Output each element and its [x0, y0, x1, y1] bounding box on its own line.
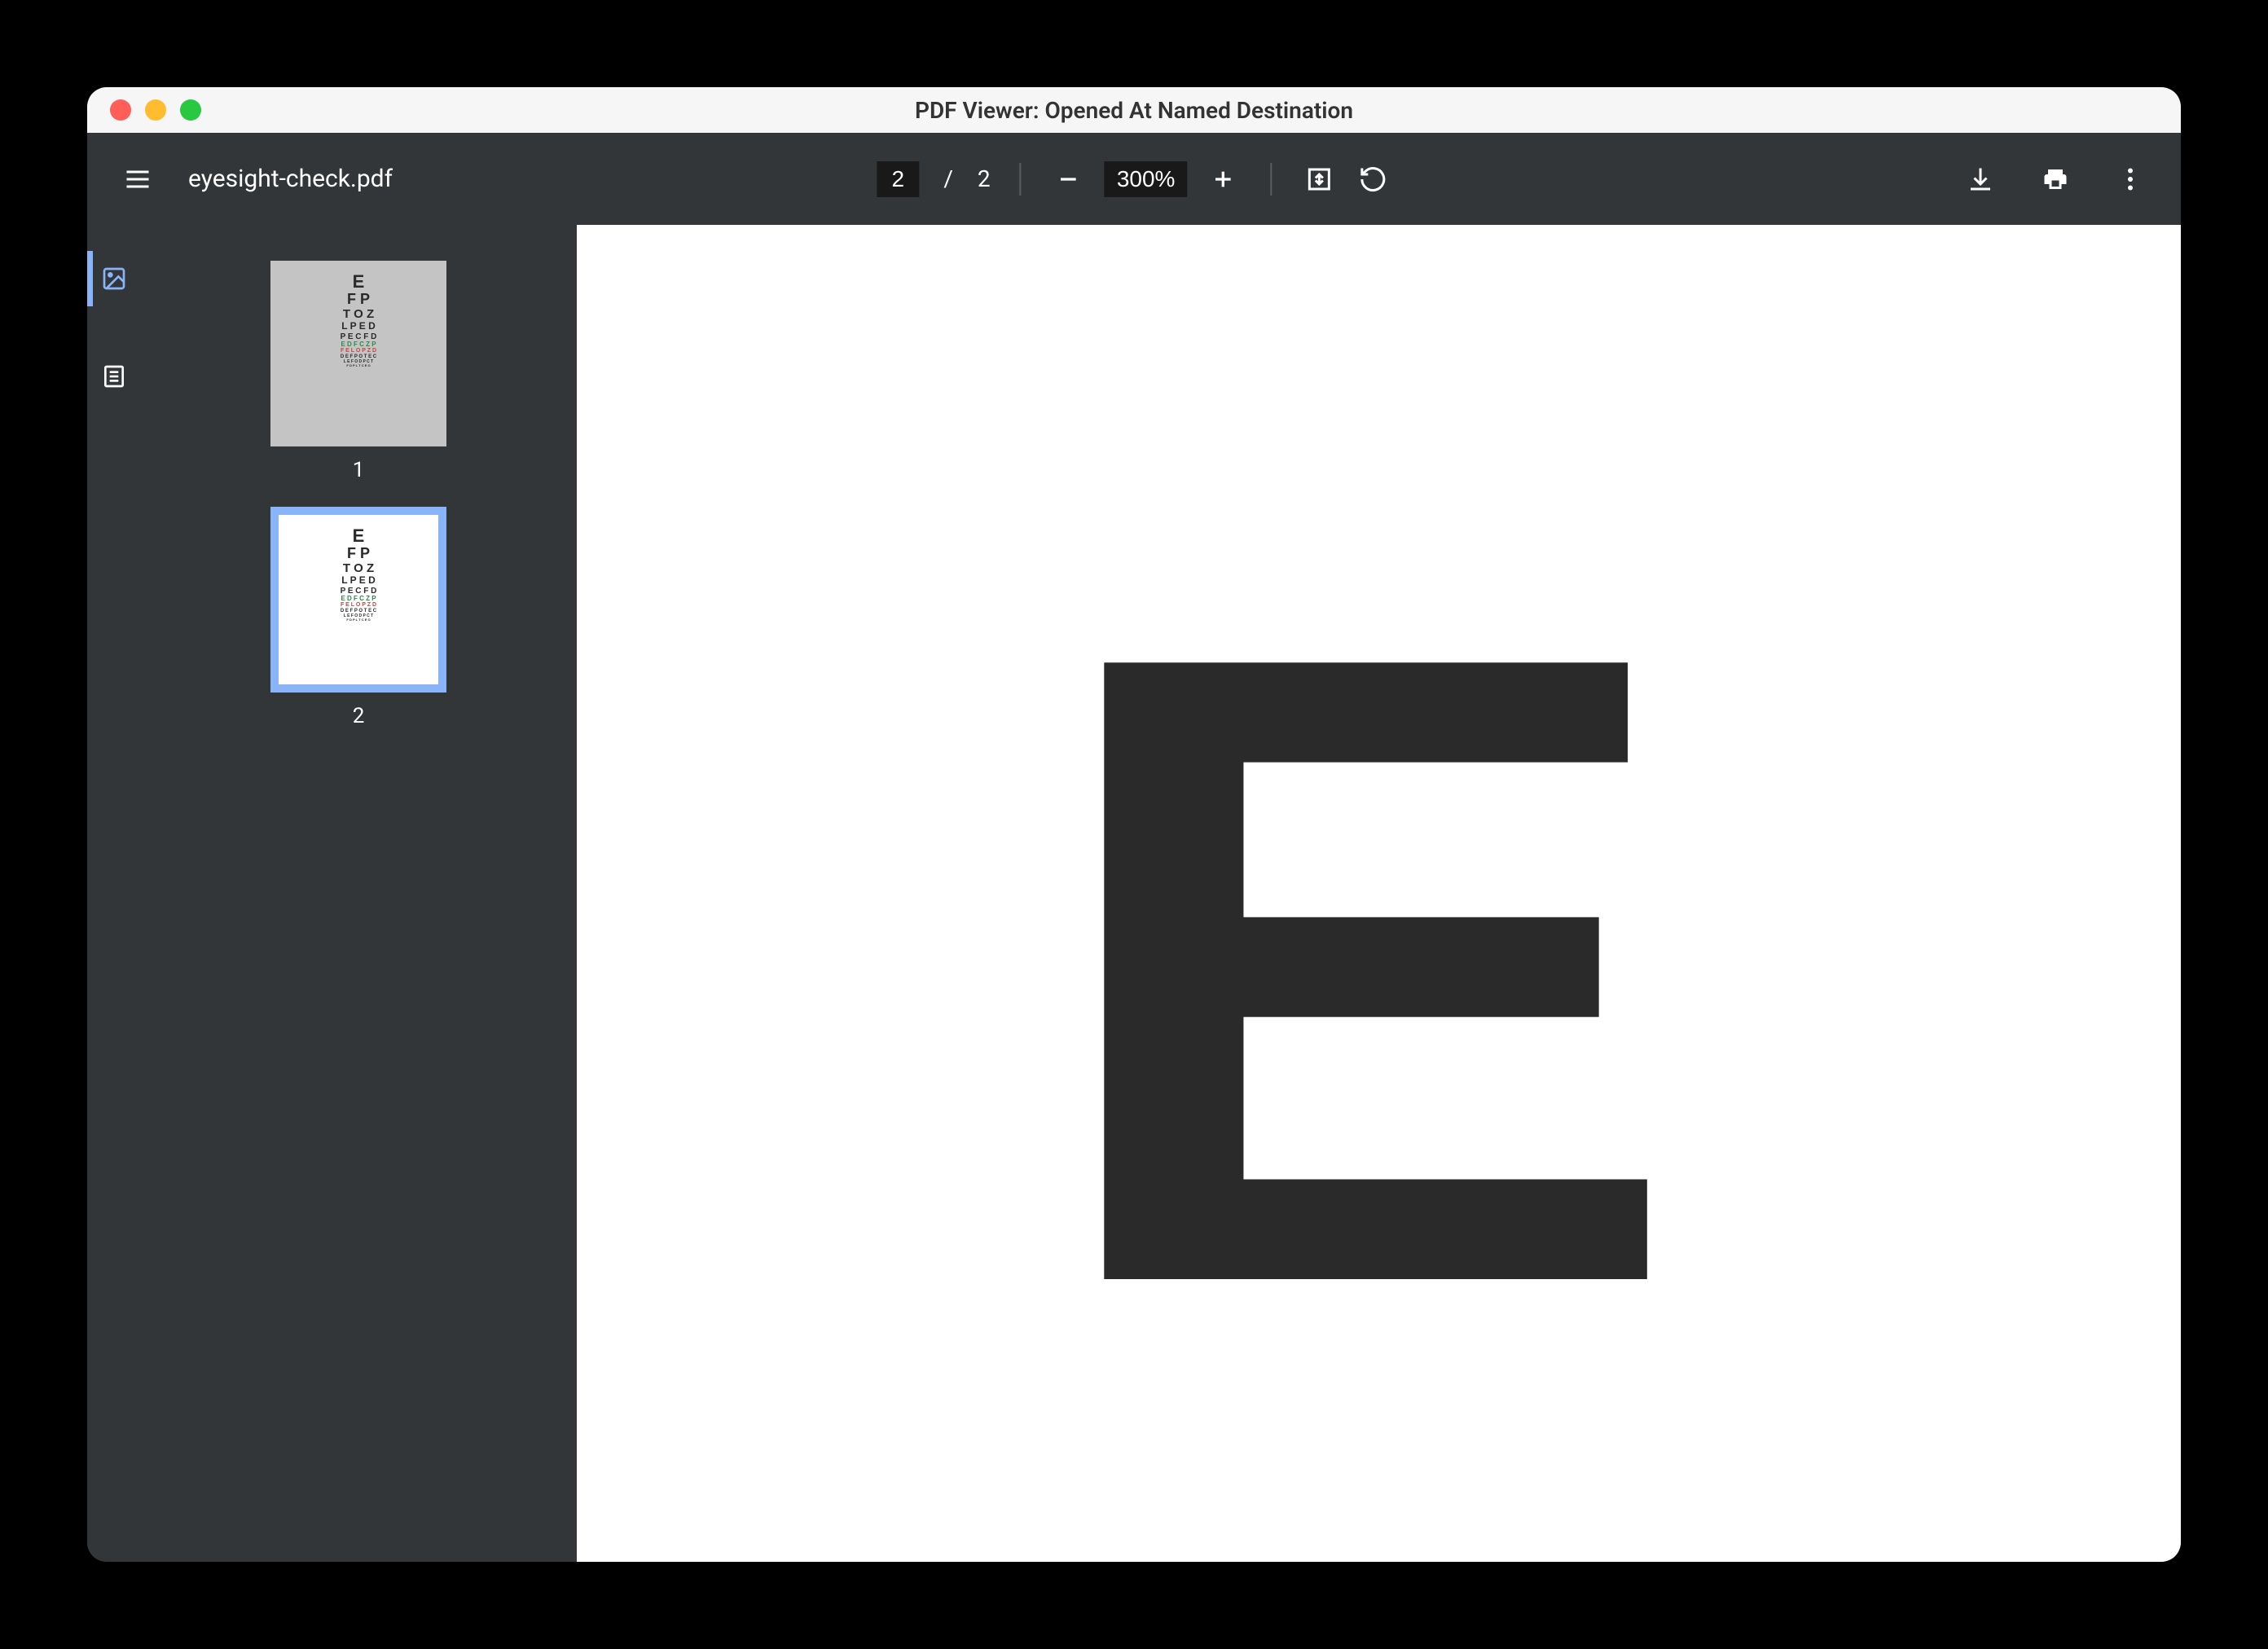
zoom-out-button[interactable]	[1051, 161, 1087, 197]
thumbnails-panel: E F P T O Z L P E D P E C F D E D F C Z …	[140, 225, 577, 1562]
zoom-level-input[interactable]	[1105, 161, 1188, 197]
close-button[interactable]	[110, 99, 131, 121]
toolbar: eyesight-check.pdf / 2	[87, 133, 2181, 225]
print-button[interactable]	[2037, 161, 2073, 197]
rotate-button[interactable]	[1356, 161, 1391, 197]
download-button[interactable]	[1963, 161, 1998, 197]
filename: eyesight-check.pdf	[188, 165, 393, 193]
title-bar: PDF Viewer: Opened At Named Destination	[87, 87, 2181, 133]
toolbar-left: eyesight-check.pdf	[120, 161, 393, 197]
menu-button[interactable]	[120, 161, 156, 197]
thumbnails-tab[interactable]	[96, 261, 132, 297]
window-title: PDF Viewer: Opened At Named Destination	[915, 97, 1353, 124]
toolbar-right	[1963, 161, 2148, 197]
page-input[interactable]	[877, 161, 919, 197]
eye-chart-preview: E F P T O Z L P E D P E C F D E D F C Z …	[279, 515, 438, 622]
fit-page-button[interactable]	[1302, 161, 1338, 197]
maximize-button[interactable]	[180, 99, 201, 121]
app-window: PDF Viewer: Opened At Named Destination …	[87, 87, 2181, 1562]
divider	[1020, 163, 1022, 196]
eye-chart-preview: E F P T O Z L P E D P E C F D E D F C Z …	[270, 261, 446, 368]
content-area: E F P T O Z L P E D P E C F D E D F C Z …	[87, 225, 2181, 1562]
divider	[1271, 163, 1272, 196]
thumbnail-page-2[interactable]: E F P T O Z L P E D P E C F D E D F C Z …	[270, 507, 446, 693]
outline-tab[interactable]	[96, 358, 132, 394]
sidebar: E F P T O Z L P E D P E C F D E D F C Z …	[87, 225, 577, 1562]
main-document-view[interactable]: E	[577, 225, 2181, 1562]
zoom-in-button[interactable]	[1206, 161, 1242, 197]
document-content-letter: E	[1040, 633, 1659, 1305]
page-separator: /	[943, 165, 953, 192]
more-options-button[interactable]	[2112, 161, 2148, 197]
minimize-button[interactable]	[145, 99, 166, 121]
thumbnail-item: E F P T O Z L P E D P E C F D E D F C Z …	[270, 507, 446, 728]
sidebar-tabs	[87, 225, 140, 1562]
traffic-lights	[110, 99, 201, 121]
thumbnail-number: 2	[353, 704, 365, 728]
thumbnail-page-1[interactable]: E F P T O Z L P E D P E C F D E D F C Z …	[270, 261, 446, 446]
thumbnail-number: 1	[353, 458, 365, 482]
page-total: 2	[978, 165, 991, 192]
thumbnail-item: E F P T O Z L P E D P E C F D E D F C Z …	[270, 261, 446, 482]
toolbar-center: / 2	[877, 161, 1391, 197]
